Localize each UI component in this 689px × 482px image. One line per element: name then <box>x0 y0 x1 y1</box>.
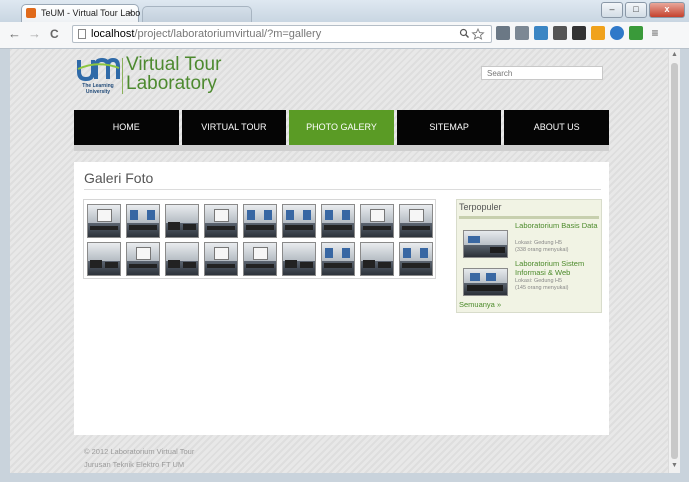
extension-icon[interactable] <box>572 26 586 40</box>
popular-item-likes: (145 orang menyukai) <box>515 285 569 291</box>
main-navigation: HOME VIRTUAL TOUR PHOTO GALERY SITEMAP A… <box>74 110 609 145</box>
page-viewport: The Learning University Virtual Tour Lab… <box>10 49 668 473</box>
photo-gallery-grid <box>83 199 436 279</box>
logo-caption-line: University <box>85 89 111 95</box>
footer-department: Jurusan Teknik Elektro FT UM <box>84 460 185 469</box>
gallery-photo-thumbnail[interactable] <box>204 204 238 238</box>
url-path: /project/laboratoriumvirtual/?m=gallery <box>134 28 322 40</box>
gallery-photo-thumbnail[interactable] <box>126 204 160 238</box>
extension-icon[interactable] <box>629 26 643 40</box>
popular-item-thumbnail[interactable] <box>463 230 508 258</box>
maximize-button[interactable]: □ <box>625 2 647 18</box>
popular-divider <box>459 216 599 219</box>
scrollbar-thumb[interactable] <box>671 63 678 459</box>
gallery-photo-thumbnail[interactable] <box>126 242 160 276</box>
popular-item-likes: (338 orang menyukai) <box>515 247 569 253</box>
gallery-photo-thumbnail[interactable] <box>87 204 121 238</box>
nav-virtual-tour[interactable]: VIRTUAL TOUR <box>181 110 287 145</box>
popular-item-thumbnail[interactable] <box>463 268 508 296</box>
extension-icons: ≡ <box>496 26 667 40</box>
gallery-photo-thumbnail[interactable] <box>204 242 238 276</box>
search-star-icon <box>459 27 485 40</box>
tab-close-icon[interactable]: × <box>128 5 133 21</box>
extension-icon[interactable] <box>610 26 624 40</box>
site-footer: © 2012 Laboratorium Virtual Tour Jurusan… <box>84 445 194 471</box>
reload-button[interactable]: C <box>50 27 59 41</box>
vertical-scrollbar[interactable]: ▲ ▼ <box>668 49 680 473</box>
gallery-photo-thumbnail[interactable] <box>243 204 277 238</box>
gallery-photo-thumbnail[interactable] <box>399 242 433 276</box>
menu-icon[interactable]: ≡ <box>648 26 662 40</box>
nav-about-us[interactable]: ABOUT US <box>504 110 609 145</box>
gallery-photo-thumbnail[interactable] <box>243 242 277 276</box>
browser-titlebar: TeUM - Virtual Tour Labo × – □ x <box>0 0 689 22</box>
extension-icon[interactable] <box>496 26 510 40</box>
scroll-up-icon[interactable]: ▲ <box>671 51 678 58</box>
page-icon <box>78 29 86 39</box>
extension-icon[interactable] <box>553 26 567 40</box>
gallery-photo-thumbnail[interactable] <box>360 204 394 238</box>
logo-divider <box>122 58 123 94</box>
nav-sitemap[interactable]: SITEMAP <box>396 110 502 145</box>
extension-icon[interactable] <box>534 26 548 40</box>
nav-photo-gallery[interactable]: PHOTO GALERY <box>289 110 394 145</box>
gallery-photo-thumbnail[interactable] <box>360 242 394 276</box>
url-host: localhost <box>91 28 135 40</box>
back-button[interactable]: ← <box>8 27 21 41</box>
nav-home[interactable]: HOME <box>74 110 179 145</box>
gallery-photo-thumbnail[interactable] <box>87 242 121 276</box>
gallery-photo-thumbnail[interactable] <box>165 242 199 276</box>
gallery-photo-thumbnail[interactable] <box>321 242 355 276</box>
popular-title: Terpopuler <box>459 202 502 212</box>
address-bar[interactable]: localhost/project/laboratoriumvirtual/?m… <box>72 25 492 43</box>
popular-panel: Terpopuler Laboratorium Basis Data Lokas… <box>456 199 602 313</box>
zoom-and-star-icons[interactable] <box>459 27 485 43</box>
window-controls: – □ x <box>599 2 685 18</box>
popular-item-location: Lokasi: Gedung H5 <box>515 278 563 284</box>
search-input[interactable] <box>481 66 603 80</box>
browser-toolbar: ← → C localhost/project/laboratoriumvirt… <box>0 22 689 49</box>
popular-item-name[interactable]: Laboratorium Sistem Informasi & Web <box>515 259 601 277</box>
browser-tab-new[interactable] <box>142 6 252 22</box>
gallery-photo-thumbnail[interactable] <box>399 204 433 238</box>
see-all-link[interactable]: Semuanya » <box>459 300 501 309</box>
main-content: Galeri Foto Terpopuler Laboratorium Basi… <box>74 162 609 435</box>
gallery-photo-thumbnail[interactable] <box>321 204 355 238</box>
browser-tab-active[interactable]: TeUM - Virtual Tour Labo × <box>21 4 141 22</box>
site-title-line: Laboratory <box>126 73 217 94</box>
site-title-line: Virtual Tour <box>126 54 222 75</box>
window-frame-bottom <box>0 473 689 482</box>
close-window-button[interactable]: x <box>649 2 685 18</box>
um-logo-icon <box>77 57 120 82</box>
forward-button[interactable]: → <box>28 27 41 41</box>
minimize-button[interactable]: – <box>601 2 623 18</box>
page-title: Galeri Foto <box>84 170 154 186</box>
tab-title: TeUM - Virtual Tour Labo <box>41 8 141 18</box>
site-title: Virtual Tour Laboratory <box>126 55 221 93</box>
popular-item-location: Lokasi: Gedung H5 <box>515 240 563 246</box>
footer-copyright: © 2012 Laboratorium Virtual Tour <box>84 447 195 456</box>
logo-caption: The Learning University <box>76 83 120 95</box>
extension-icon[interactable] <box>591 26 605 40</box>
gallery-photo-thumbnail[interactable] <box>282 242 316 276</box>
title-divider <box>84 189 601 190</box>
address-url: localhost/project/laboratoriumvirtual/?m… <box>91 28 321 40</box>
site-favicon-icon <box>26 8 36 18</box>
gallery-photo-thumbnail[interactable] <box>165 204 199 238</box>
scroll-down-icon[interactable]: ▼ <box>671 462 678 469</box>
gallery-photo-thumbnail[interactable] <box>282 204 316 238</box>
popular-item-name[interactable]: Laboratorium Basis Data <box>515 221 601 231</box>
extension-icon[interactable] <box>515 26 529 40</box>
nav-shadow <box>74 145 609 151</box>
